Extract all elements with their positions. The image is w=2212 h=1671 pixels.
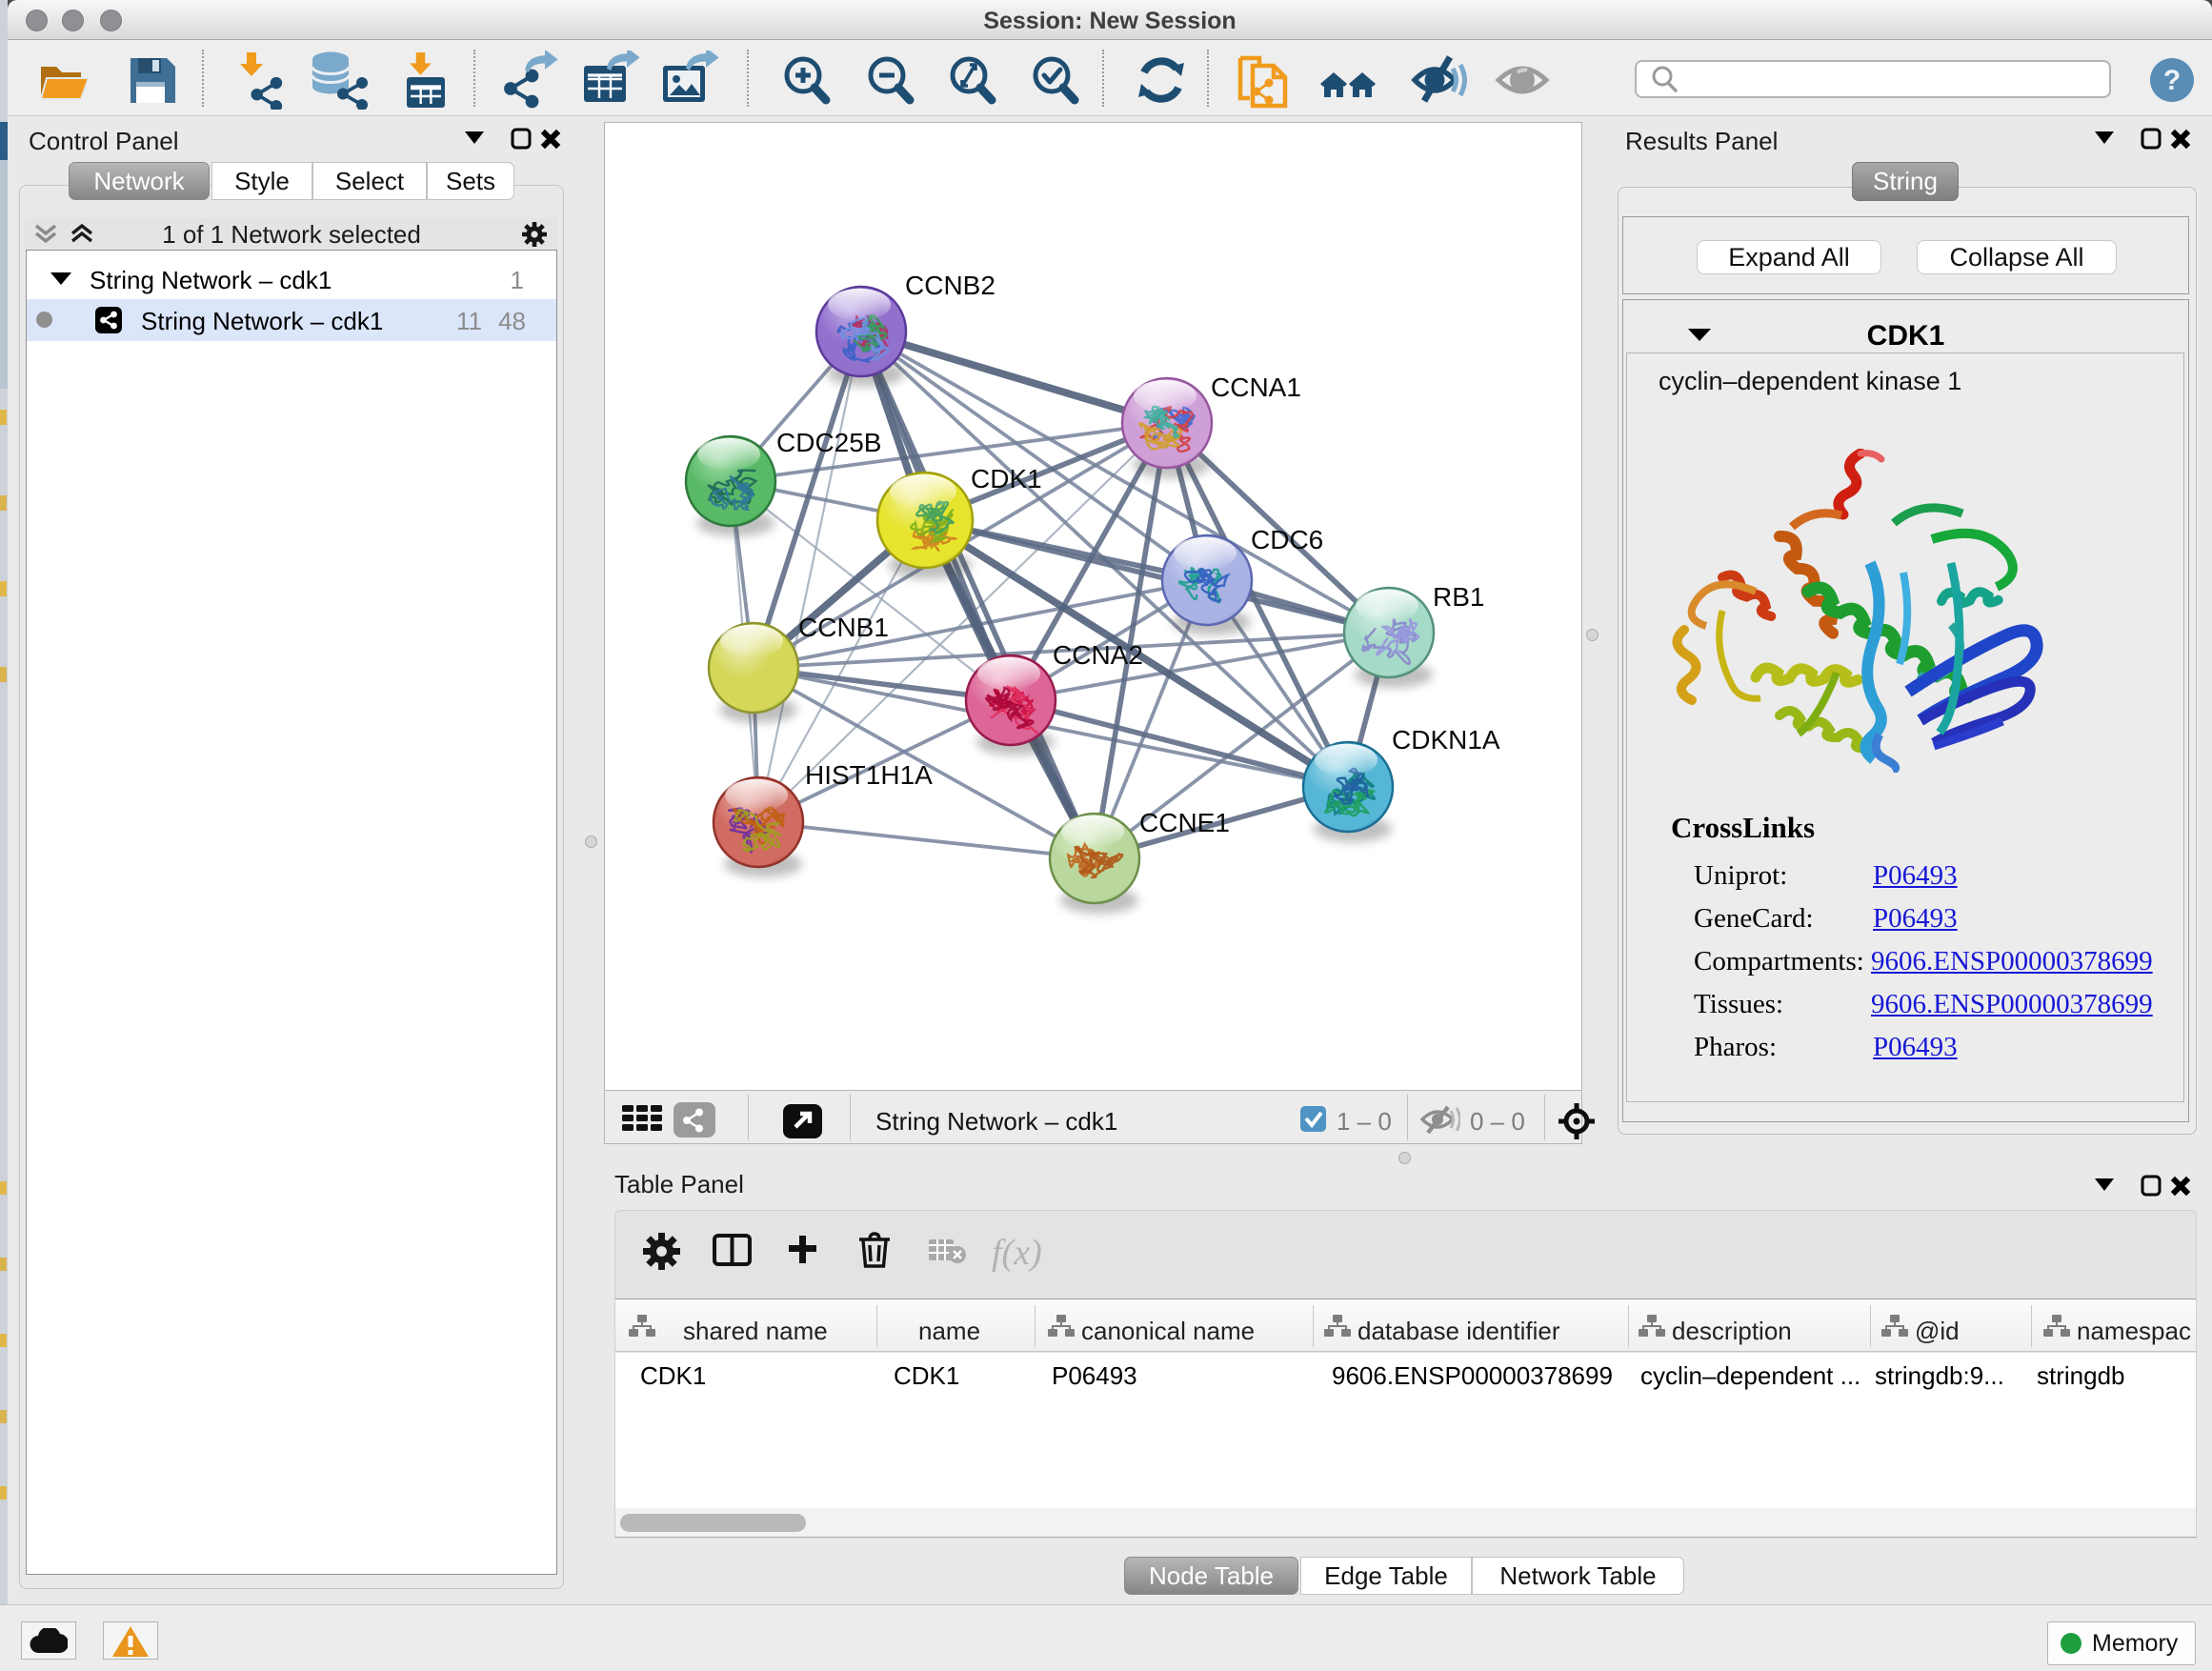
svg-text:CDC25B: CDC25B: [776, 428, 881, 457]
svg-text:CCNA1: CCNA1: [1211, 372, 1301, 402]
svg-text:CCNB1: CCNB1: [798, 613, 889, 642]
svg-text:?: ?: [2163, 65, 2181, 96]
svg-text:CDC6: CDC6: [1251, 525, 1323, 554]
svg-text:RB1: RB1: [1433, 582, 1484, 612]
svg-text:HIST1H1A: HIST1H1A: [805, 760, 933, 790]
svg-text:CDKN1A: CDKN1A: [1392, 725, 1500, 755]
svg-text:CDK1: CDK1: [971, 464, 1042, 493]
svg-text:CCNB2: CCNB2: [905, 271, 995, 300]
svg-text:CCNE1: CCNE1: [1139, 808, 1230, 837]
svg-text:CCNA2: CCNA2: [1053, 640, 1143, 670]
